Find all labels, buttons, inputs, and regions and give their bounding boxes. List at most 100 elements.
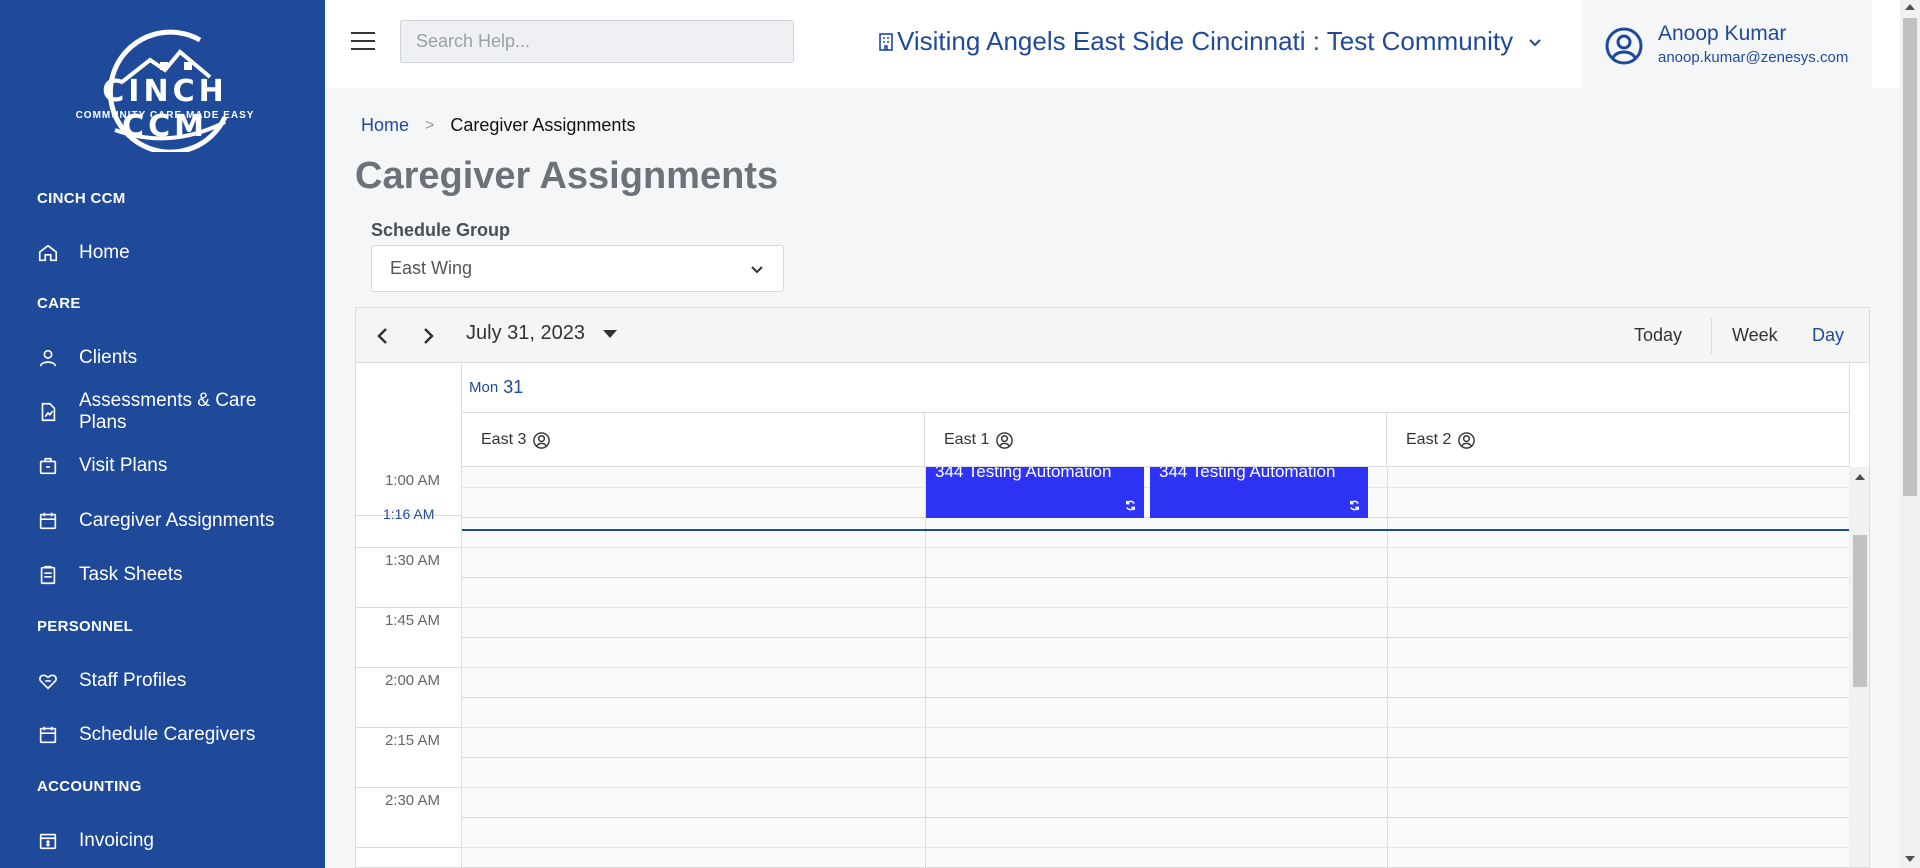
grid-line [462, 577, 1849, 578]
cinch-ccm-logo[interactable]: CINCH CCM COMMUNITY CARE MADE EASY [60, 22, 270, 155]
resource-header-row: East 3 East 1 East 2 [462, 413, 1849, 467]
date-picker[interactable]: July 31, 2023 [466, 322, 617, 345]
grid-line [462, 727, 1849, 728]
column-divider [925, 467, 926, 867]
event-title: 344 Testing Automation [935, 467, 1112, 481]
grid-line [462, 607, 1849, 608]
section-accounting: ACCOUNTING [37, 778, 142, 795]
chevron-down-icon [1529, 38, 1541, 46]
day-number: 31 [503, 377, 524, 397]
time-rule [356, 607, 462, 608]
time-rule [356, 667, 462, 668]
sidebar-item-assessments[interactable]: Assessments & Care Plans [37, 390, 307, 433]
event-card[interactable]: 344 Testing Automation [926, 467, 1144, 518]
schedule-grid[interactable]: 344 Testing Automation 344 Testing Autom… [462, 467, 1849, 867]
next-arrow-icon[interactable] [414, 322, 442, 350]
caret-down-icon [602, 329, 617, 338]
sidebar-item-label: Schedule Caregivers [79, 724, 256, 745]
time-label: 2:30 AM [384, 792, 440, 809]
current-date: July 31, 2023 [466, 322, 585, 344]
time-rule [356, 547, 462, 548]
sidebar-item-label: Clients [79, 347, 138, 368]
sidebar-item-label: Task Sheets [79, 564, 183, 585]
resource-name: East 2 [1406, 431, 1452, 448]
day-of-week: Mon [469, 379, 499, 396]
scheduler-corner [356, 363, 462, 434]
schedule-group-select[interactable]: East Wing [371, 245, 784, 292]
time-label: 1:30 AM [384, 552, 440, 569]
community-name: Visiting Angels East Side Cincinnati : T… [897, 26, 1514, 56]
sidebar-item-label: Caregiver Assignments [79, 510, 275, 531]
sidebar-item-staff-profiles[interactable]: Staff Profiles [37, 666, 307, 696]
grid-line [462, 847, 1849, 848]
scheduler-scrollbar[interactable] [1849, 467, 1869, 867]
sidebar-item-invoicing[interactable]: Invoicing [37, 826, 307, 856]
sidebar-item-label: Staff Profiles [79, 670, 187, 691]
grid-line [462, 757, 1849, 758]
sidebar-item-visit-plans[interactable]: Visit Plans [37, 451, 307, 481]
scroll-up-icon[interactable] [1905, 4, 1915, 10]
schedule-group-value: East Wing [390, 258, 473, 278]
scrollbar-thumb[interactable] [1853, 535, 1867, 687]
today-button[interactable]: Today [1634, 325, 1682, 346]
day-header[interactable]: Mon 31 [462, 363, 1849, 413]
breadcrumb-separator: > [425, 116, 435, 134]
time-label: 1:45 AM [384, 612, 440, 629]
section-cinch-ccm: CINCH CCM [37, 190, 126, 207]
day-view-button[interactable]: Day [1812, 325, 1844, 346]
sidebar-item-task-sheets[interactable]: Task Sheets [37, 560, 307, 590]
menu-toggle-icon[interactable] [351, 32, 375, 52]
grid-line [462, 667, 1849, 668]
time-label: 2:15 AM [384, 732, 440, 749]
home-icon [38, 244, 58, 262]
calendar-icon [39, 726, 57, 744]
scrollbar-thumb[interactable] [1903, 18, 1917, 496]
resource-header-east-3[interactable]: East 3 [462, 413, 925, 467]
page-title: Caregiver Assignments [355, 155, 779, 197]
scroll-up-icon[interactable] [1855, 474, 1865, 480]
clipboard-icon [40, 565, 56, 585]
time-label: 1:00 AM [384, 472, 440, 489]
user-avatar-icon [1605, 27, 1643, 65]
page-scrollbar[interactable] [1900, 0, 1920, 868]
time-rule [356, 847, 462, 848]
resource-header-east-1[interactable]: East 1 [925, 413, 1387, 467]
breadcrumb-current: Caregiver Assignments [450, 115, 636, 135]
scroll-down-icon[interactable] [1905, 856, 1915, 862]
top-header: Visiting Angels East Side Cincinnati : T… [325, 0, 1900, 88]
user-menu[interactable]: Anoop Kumar anoop.kumar@zenesys.com [1582, 0, 1872, 88]
schedule-group-label: Schedule Group [371, 220, 511, 240]
sidebar-item-schedule-caregivers[interactable]: Schedule Caregivers [37, 720, 307, 750]
column-divider [1387, 467, 1388, 867]
time-gutter: 1:00 AM 1:16 AM 1:30 AM 1:45 AM 2:00 AM … [356, 434, 462, 867]
event-title: 344 Testing Automation [1159, 467, 1336, 481]
sidebar-item-clients[interactable]: Clients [37, 343, 307, 373]
time-rule [356, 727, 462, 728]
sidebar-item-caregiver-assignments[interactable]: Caregiver Assignments [37, 506, 307, 536]
search-input[interactable] [400, 20, 794, 63]
toolbar-divider [1711, 318, 1712, 354]
previous-arrow-icon[interactable] [369, 322, 397, 350]
user-name: Anoop Kumar [1658, 22, 1787, 45]
user-icon [39, 349, 57, 367]
resource-name: East 3 [481, 431, 527, 448]
scheduler-toolbar: July 31, 2023 Today Week Day [356, 308, 1869, 363]
recurrence-icon [1126, 500, 1135, 511]
sidebar-item-label: Visit Plans [79, 455, 168, 476]
user-circle-icon [996, 431, 1014, 449]
event-card[interactable]: 344 Testing Automation [1150, 467, 1368, 518]
sidebar: CINCH CCM COMMUNITY CARE MADE EASY CINCH… [0, 0, 325, 868]
building-icon [879, 32, 893, 51]
resource-header-east-2[interactable]: East 2 [1387, 413, 1849, 467]
section-personnel: PERSONNEL [37, 618, 134, 635]
sidebar-item-label: Home [79, 242, 130, 263]
breadcrumb-home-link[interactable]: Home [361, 115, 409, 136]
chevron-down-icon [751, 265, 763, 273]
sidebar-item-label: Assessments & Care Plans [79, 390, 257, 433]
week-view-button[interactable]: Week [1732, 325, 1778, 346]
sidebar-item-label: Invoicing [79, 830, 154, 851]
sidebar-item-home[interactable]: Home [37, 238, 307, 268]
current-time-label: 1:16 AM [383, 506, 435, 522]
grid-line [462, 547, 1849, 548]
community-selector[interactable]: Visiting Angels East Side Cincinnati : T… [877, 26, 1543, 57]
